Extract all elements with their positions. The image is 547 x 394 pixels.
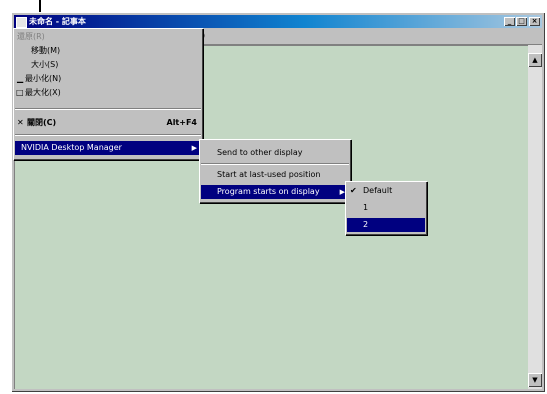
menu-item-display-1[interactable]: 1 [345,201,427,215]
minimize-button[interactable]: _ [504,17,515,26]
title-bar[interactable]: 未命名 - 記事本 _ □ × [14,15,542,28]
menu-item-restore[interactable]: 還原(R) [13,30,203,44]
menu-item-nvidia-desktop-manager[interactable]: NVIDIA Desktop Manager ▶ [15,141,201,155]
menu-item-default[interactable]: ✔ Default [345,184,427,198]
menu-item-maximize[interactable]: □ 最大化(X) [13,86,203,100]
close-icon: ✕ [17,118,24,127]
scroll-down-button[interactable]: ▼ [528,373,542,387]
menu-item-move[interactable]: 移動(M) [13,44,203,58]
maximize-button[interactable]: □ [516,17,527,26]
nvidia-submenu: Send to other display Start at last-used… [199,139,351,203]
vertical-scrollbar[interactable]: ▲ ▼ [528,45,542,389]
close-accelerator: Alt+F4 [166,118,198,127]
menu-item-program-starts-on-display[interactable]: Program starts on display ▶ [201,185,349,199]
menu-item-display-2[interactable]: 2 [347,218,425,232]
close-button[interactable]: × [529,17,540,26]
system-menu: 還原(R) 移動(M) 大小(S) ▁ 最小化(N) □ 最大化(X) ✕ 關閉… [13,28,203,160]
submenu-arrow-icon: ▶ [191,144,197,152]
menu-separator [15,134,201,136]
notepad-icon[interactable] [16,17,27,28]
menu-separator [15,108,201,110]
menu-item-send-to-other-display[interactable]: Send to other display [199,146,351,160]
menu-item-size[interactable]: 大小(S) [13,58,203,72]
menu-item-start-at-last-used-position[interactable]: Start at last-used position [199,168,351,182]
display-submenu: ✔ Default 1 2 [345,181,427,235]
menu-item-minimize[interactable]: ▁ 最小化(N) [13,72,203,86]
scroll-up-button[interactable]: ▲ [528,53,542,67]
menu-item-close[interactable]: ✕ 關閉(C) Alt+F4 [13,116,203,130]
checkmark-icon: ✔ [350,186,357,195]
menu-separator [201,163,349,165]
maximize-icon: □ [16,88,24,97]
window-title: 未命名 - 記事本 [29,17,86,26]
minimize-icon: ▁ [17,74,24,83]
